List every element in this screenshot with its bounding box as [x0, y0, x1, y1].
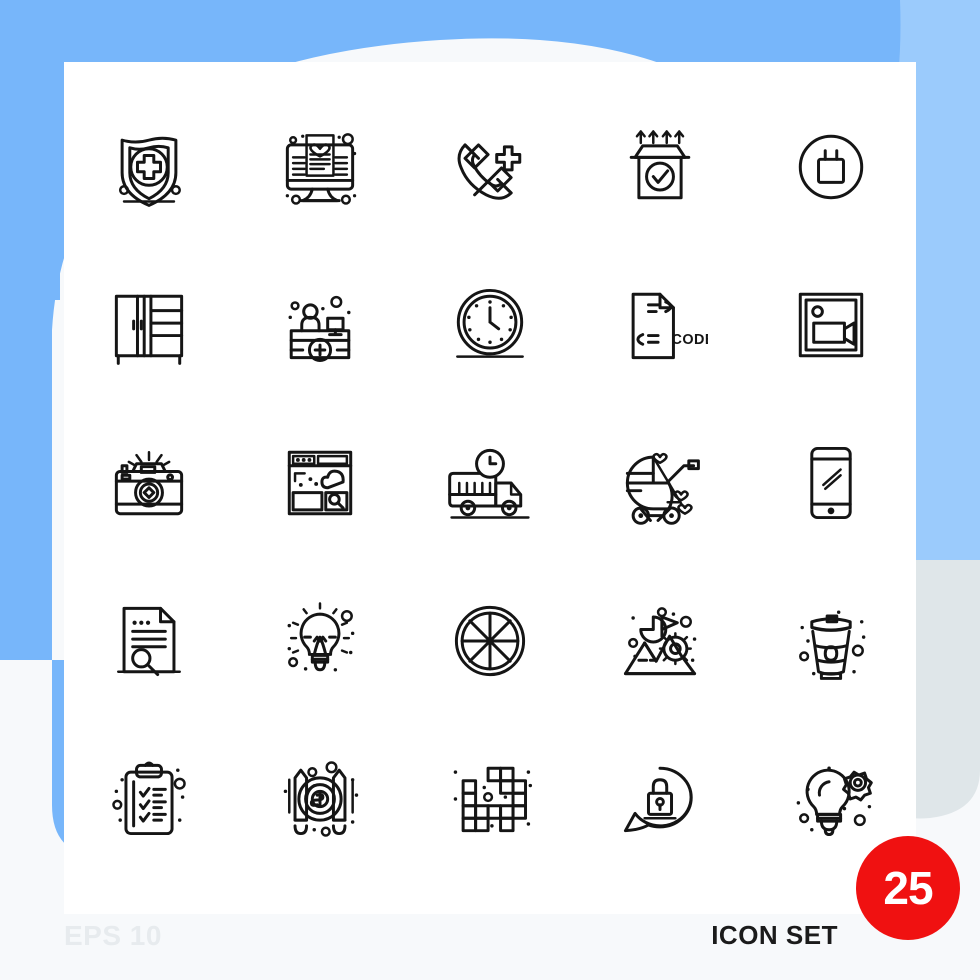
icon-cell-verified-package[interactable]: [575, 88, 745, 246]
smartphone-icon: [810, 446, 852, 520]
icon-cell-browser-cloud-search[interactable]: [234, 404, 404, 562]
icon-cell-photo-camera[interactable]: [64, 404, 234, 562]
icon-cell-secure-chat[interactable]: [575, 720, 745, 878]
photo-camera-flash-icon: [115, 451, 184, 516]
icon-cell-code-file[interactable]: CODE: [575, 246, 745, 404]
icon-cell-delivery-truck[interactable]: [405, 404, 575, 562]
icon-cell-coffee-cup[interactable]: [746, 562, 916, 720]
icon-cell-clipboard-checklist[interactable]: [64, 720, 234, 878]
icon-cell-wall-clock[interactable]: [405, 246, 575, 404]
icon-cell-crossword-blocks[interactable]: [405, 720, 575, 878]
medical-shield-icon: [120, 136, 178, 207]
wheel-segments-icon: [454, 605, 526, 677]
icon-count-value: 25: [883, 862, 933, 914]
icon-cell-medical-shield[interactable]: [64, 88, 234, 246]
icon-grid: CODE: [64, 88, 916, 878]
icon-cell-mountain-goal[interactable]: [575, 562, 745, 720]
crossword-blocks-icon: [461, 766, 527, 833]
video-camera-frame-icon: [798, 292, 863, 358]
icon-cell-power-adapter[interactable]: [746, 88, 916, 246]
code-label: CODE: [672, 332, 708, 348]
icon-cell-reception-desk[interactable]: [234, 246, 404, 404]
health-website-monitor-icon: [285, 134, 354, 203]
icon-set-label: ICON SET: [711, 920, 838, 950]
delivery-truck-time-icon: [448, 448, 530, 519]
clipboard-checklist-icon: [124, 761, 174, 836]
icon-cell-money-coin-pencils[interactable]: [234, 720, 404, 878]
light-bulb-idea-icon: [289, 602, 350, 672]
power-adapter-circle-icon: [798, 134, 863, 200]
icon-cell-video-camera[interactable]: [746, 246, 916, 404]
icon-cell-emergency-call[interactable]: [405, 88, 575, 246]
icon-cell-segmented-wheel[interactable]: [405, 562, 575, 720]
reception-desk-icon: [289, 303, 350, 363]
icon-cell-health-website-monitor[interactable]: [234, 88, 404, 246]
shield-right-dot: [170, 184, 182, 196]
wardrobe-cabinet-icon: [115, 294, 184, 365]
emergency-call-icon: [457, 143, 522, 200]
verified-package-box-icon: [630, 130, 691, 200]
shield-left-dot: [119, 184, 130, 196]
icon-cell-smartphone[interactable]: [746, 404, 916, 562]
code-file-icon: [632, 292, 676, 360]
document-search-icon: [117, 606, 182, 677]
icon-cell-baby-stroller[interactable]: [575, 404, 745, 562]
money-coin-pencils-icon: [287, 768, 354, 836]
icon-count-badge: 25: [856, 836, 960, 940]
baby-stroller-icon: [626, 452, 701, 525]
secure-chat-lock-icon: [624, 766, 694, 833]
eps-watermark: EPS 10: [64, 920, 162, 951]
icon-cell-document-search[interactable]: [64, 562, 234, 720]
icon-cell-light-bulb[interactable]: [234, 562, 404, 720]
coffee-cup-icon: [810, 614, 852, 680]
blue-dark-left-strip: [0, 0, 60, 300]
icon-cell-wardrobe[interactable]: [64, 246, 234, 404]
